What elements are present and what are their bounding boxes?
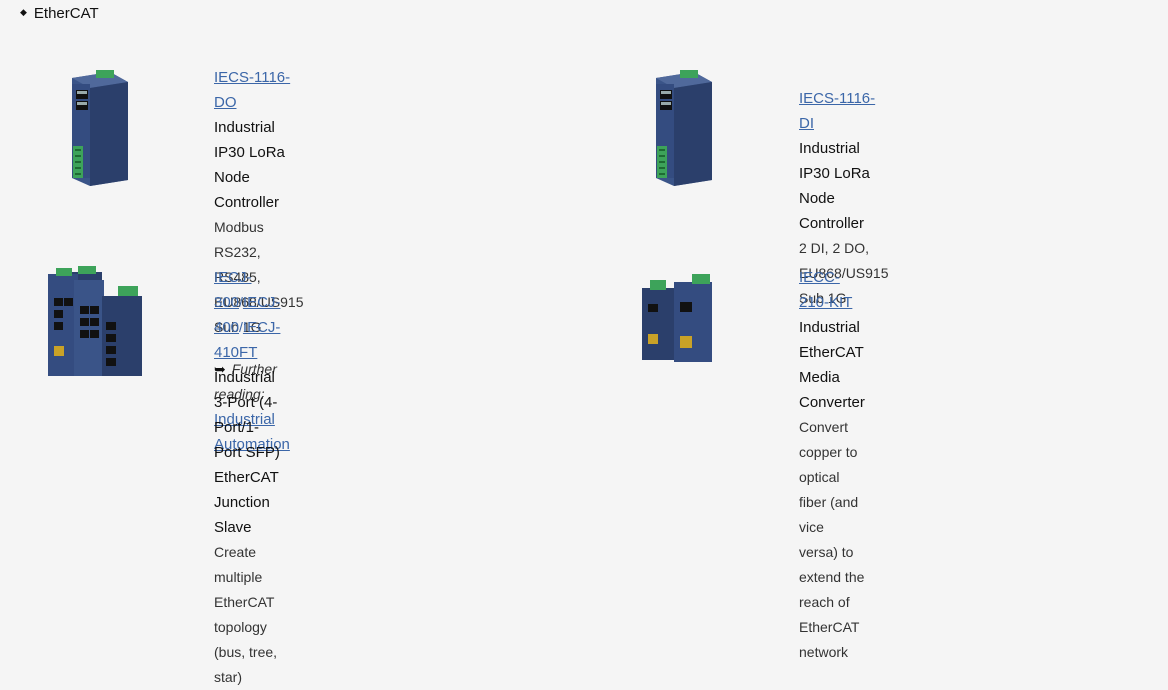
product-image-iecj-series bbox=[44, 262, 154, 385]
product-link-iecs-1116-do[interactable]: IECS-1116-DO bbox=[214, 69, 290, 111]
section-title: ◆ EtherCAT bbox=[20, 5, 99, 22]
section-title-text: EtherCAT bbox=[33, 5, 99, 22]
product-text-iecc-210-kit: IECC-210-KIT Industrial EtherCAT Media C… bbox=[799, 265, 865, 665]
product-name: Industrial IP30 LoRa Node Controller bbox=[214, 119, 285, 211]
product-description-line-2: extend the reach of EtherCAT network bbox=[799, 569, 865, 660]
product-description-line-1: Convert copper to optical fiber (and vic… bbox=[799, 419, 859, 560]
product-name-line-1: Industrial 3-Port (4-Port/1-Port SFP) Et… bbox=[214, 369, 280, 486]
product-name: Industrial EtherCAT Media Converter bbox=[799, 319, 865, 411]
diamond-bullet-icon: ◆ bbox=[20, 7, 27, 17]
product-link-iecs-1116-di[interactable]: IECS-1116-DI bbox=[799, 90, 875, 132]
product-image-iecs-1116-do bbox=[58, 68, 138, 193]
product-image-iecc-210-kit bbox=[636, 270, 732, 371]
product-link-iecc-210-kit[interactable]: IECC-210-KIT bbox=[799, 269, 852, 311]
product-name: Industrial IP30 LoRa Node Controller bbox=[799, 140, 870, 232]
product-name-line-2: Junction Slave bbox=[214, 494, 270, 536]
product-image-iecs-1116-di bbox=[642, 68, 722, 193]
product-text-iecj-series: IECJ-300/IECJ-400/IECJ-410FT Industrial … bbox=[214, 265, 280, 690]
product-description: Create multiple EtherCAT topology (bus, … bbox=[214, 544, 278, 685]
